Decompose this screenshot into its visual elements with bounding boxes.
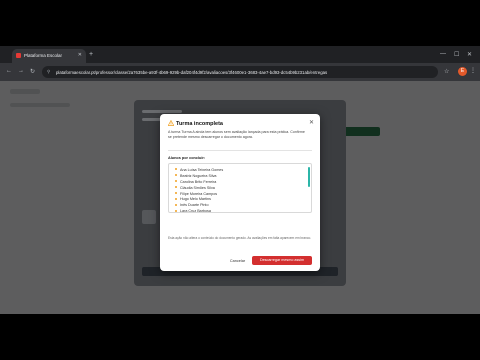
close-tab-icon[interactable]: ✕ bbox=[78, 52, 82, 58]
tab-title: Plataforma Escolar bbox=[24, 53, 63, 58]
student-name: Filipe Moreira Campos bbox=[180, 191, 218, 196]
pending-dot-icon bbox=[175, 168, 177, 171]
minimize-icon[interactable]: — bbox=[440, 51, 446, 57]
reload-icon[interactable]: ↻ bbox=[30, 68, 35, 75]
browser-tab-bar: Plataforma Escolar ✕ + — ☐ ✕ bbox=[0, 46, 480, 63]
browser-toolbar: ← → ↻ ⚲ plataformaescolar.pt/professor/c… bbox=[0, 63, 480, 81]
site-info-icon[interactable]: ⚲ bbox=[47, 69, 50, 75]
back-icon[interactable]: ← bbox=[6, 68, 12, 74]
dialog-title-text: Turma incompleta bbox=[176, 121, 223, 127]
students-list-label: Alunos por concluir: bbox=[168, 156, 206, 160]
student-name: Carolina Brito Ferreira bbox=[180, 179, 217, 184]
student-name: Cláudia Simões Silva bbox=[180, 185, 215, 190]
browser-menu-icon[interactable]: ⋮ bbox=[470, 67, 476, 74]
forward-icon[interactable]: → bbox=[18, 68, 24, 74]
pending-dot-icon bbox=[175, 174, 177, 177]
pending-dot-icon bbox=[175, 209, 177, 212]
student-name: Lara Cruz Barbosa bbox=[180, 209, 211, 213]
download-anyway-button[interactable]: Descarregar mesmo assim bbox=[252, 256, 312, 265]
student-name: Ana Luísa Teixeira Gomes bbox=[180, 168, 224, 172]
cancel-button[interactable]: Cancelar bbox=[225, 257, 250, 265]
pending-dot-icon bbox=[175, 191, 177, 194]
incomplete-class-dialog: Turma incompleta ✕ A turma Turma A ainda… bbox=[160, 114, 320, 271]
student-name: Hugo Melo Martins bbox=[180, 197, 211, 202]
address-bar[interactable]: ⚲ plataformaescolar.pt/professor/classe/… bbox=[42, 66, 438, 78]
pending-dot-icon bbox=[175, 197, 177, 200]
dialog-note: Esta ação não altera o conteúdo do docum… bbox=[168, 236, 312, 240]
scrollbar-thumb[interactable] bbox=[307, 167, 310, 187]
list-item: Lara Cruz Barbosa bbox=[175, 209, 223, 213]
close-icon[interactable]: ✕ bbox=[309, 119, 314, 126]
url-text: plataformaescolar.pt/professor/classe/2a… bbox=[56, 69, 328, 75]
bg-placeholder bbox=[142, 110, 182, 113]
profile-avatar[interactable]: E bbox=[458, 67, 467, 76]
pending-dot-icon bbox=[175, 180, 177, 183]
bookmark-star-icon[interactable]: ☆ bbox=[444, 68, 449, 75]
students-list[interactable]: Ana Luísa Teixeira Gomes Beatriz Nogueira… bbox=[168, 163, 312, 213]
favicon-icon bbox=[16, 53, 21, 58]
warning-icon bbox=[168, 120, 174, 126]
pending-dot-icon bbox=[175, 186, 177, 189]
bg-placeholder bbox=[142, 210, 156, 224]
dialog-title: Turma incompleta bbox=[168, 120, 223, 127]
student-name: Inês Duarte Pinto bbox=[180, 203, 209, 208]
new-tab-icon[interactable]: + bbox=[89, 51, 93, 58]
divider bbox=[168, 150, 312, 151]
student-name: Beatriz Nogueira Silva bbox=[180, 173, 217, 178]
browser-tab[interactable]: Plataforma Escolar ✕ bbox=[12, 49, 86, 63]
maximize-icon[interactable]: ☐ bbox=[454, 51, 459, 58]
pending-dot-icon bbox=[175, 203, 177, 206]
close-window-icon[interactable]: ✕ bbox=[467, 51, 472, 58]
dialog-description: A turma Turma A ainda tem alunos sem ava… bbox=[168, 130, 305, 139]
